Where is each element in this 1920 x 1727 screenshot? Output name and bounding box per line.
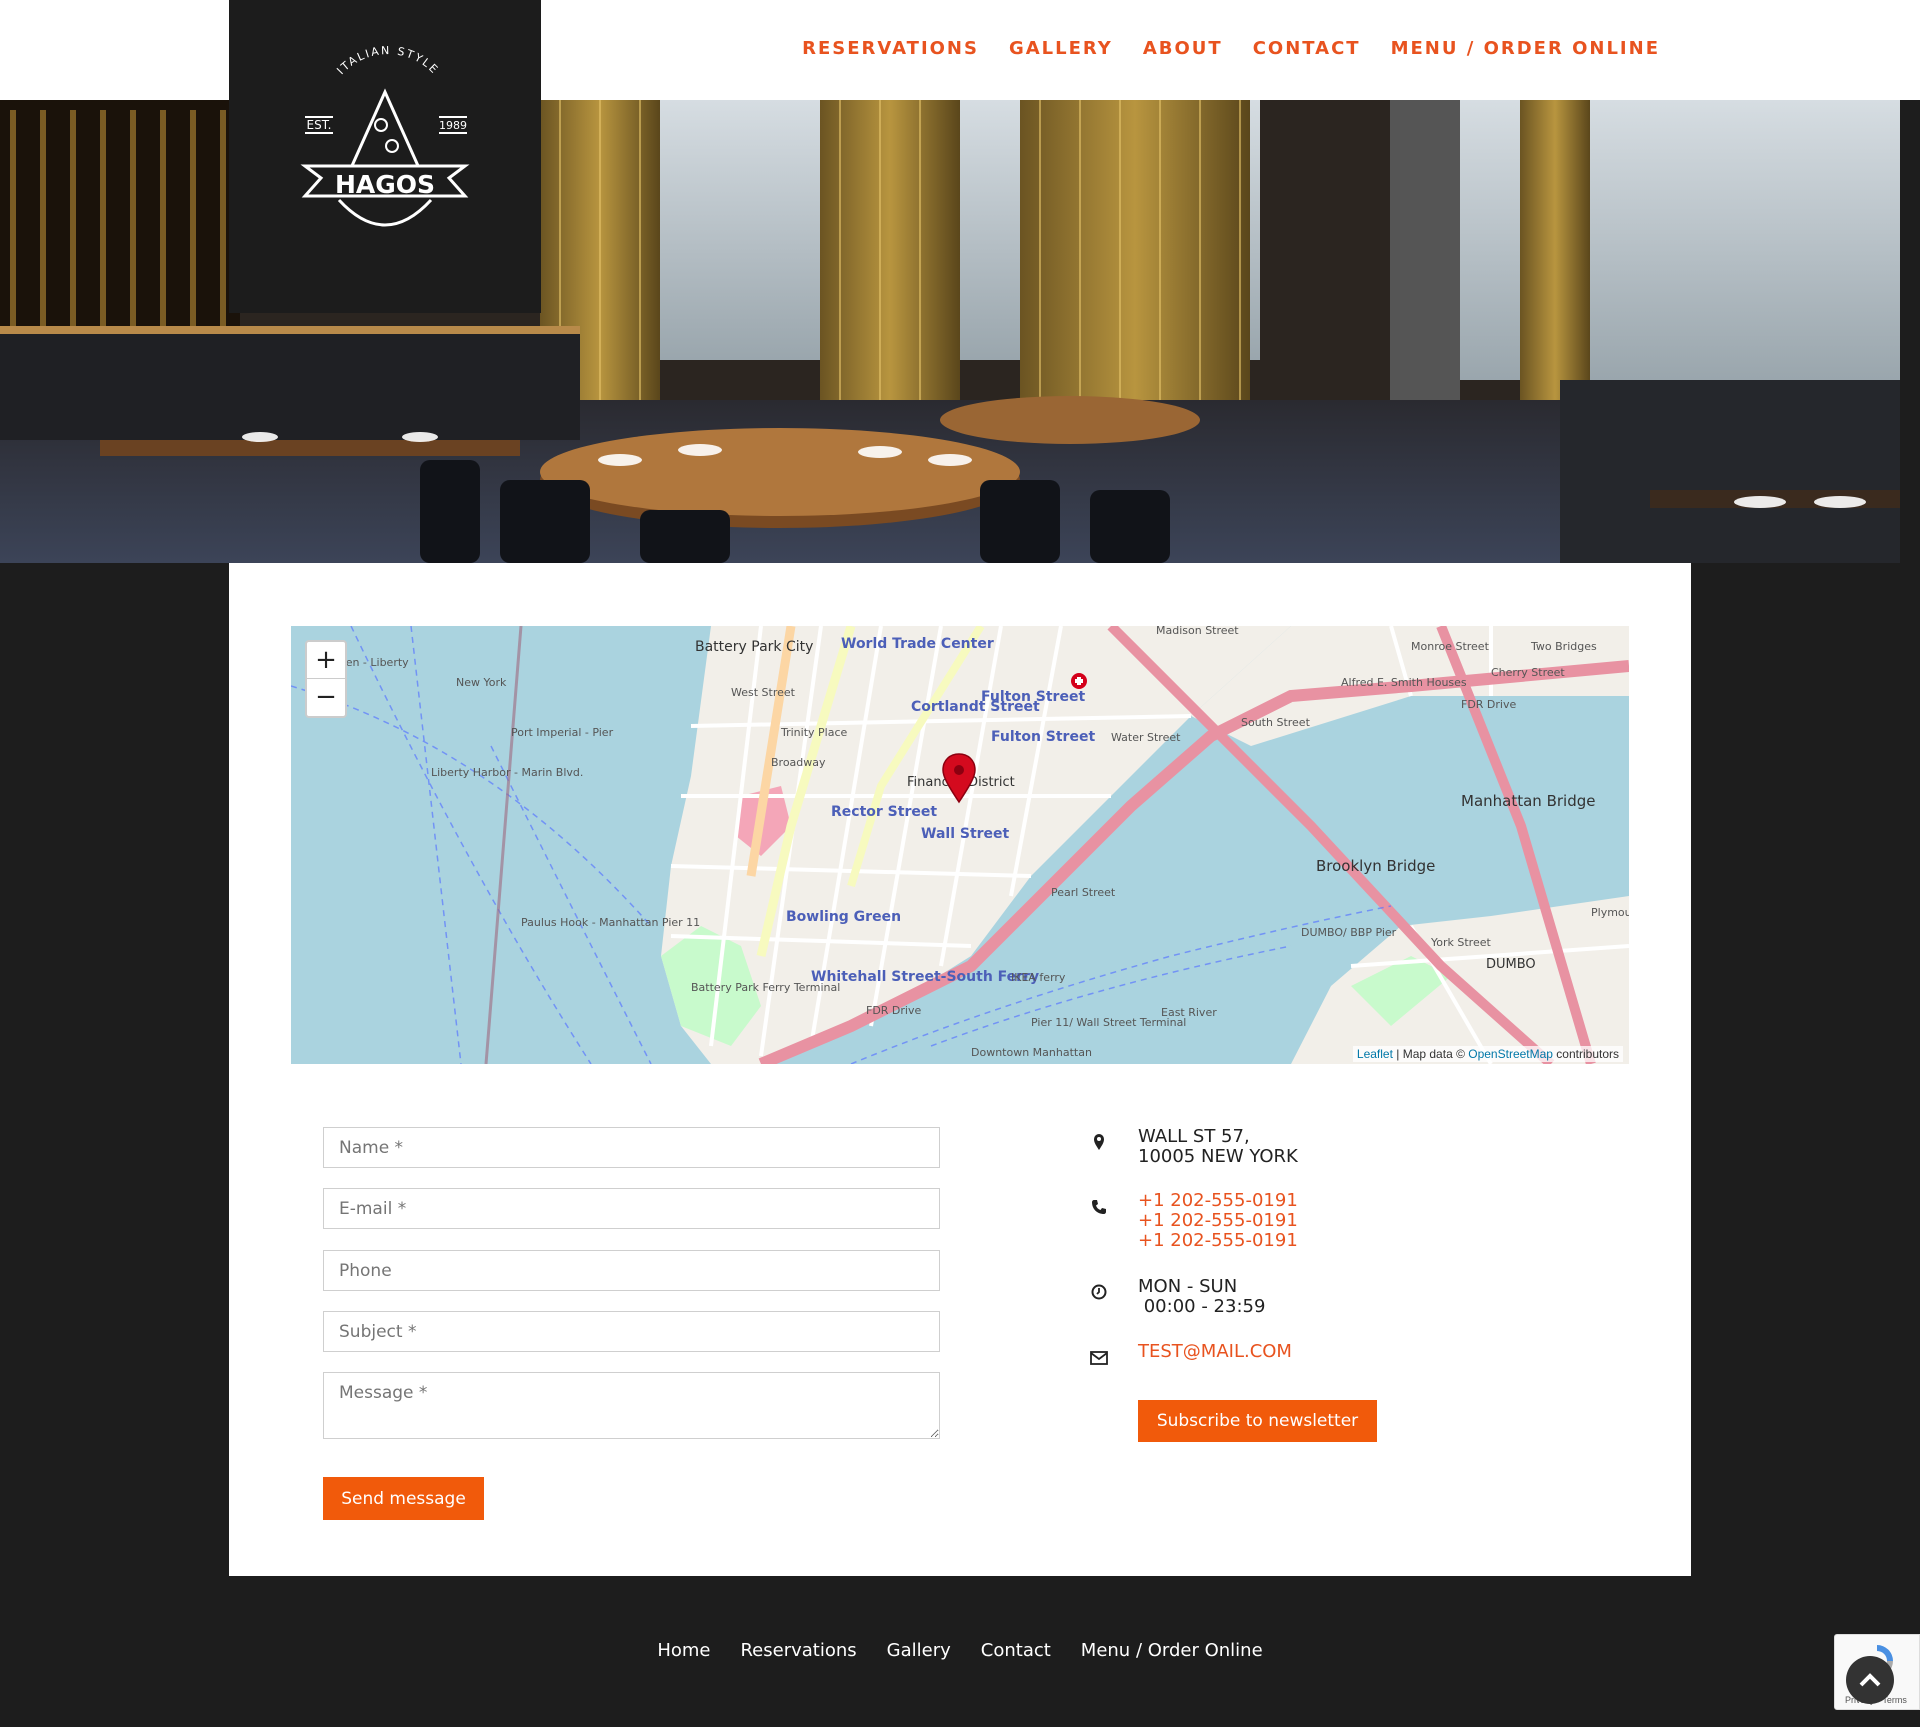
map-zoom-controls: + −: [305, 640, 347, 718]
map-label: Broadway: [771, 756, 826, 769]
phone-link[interactable]: +1 202-555-0191: [1138, 1191, 1298, 1211]
envelope-icon: [1088, 1347, 1110, 1369]
nav-gallery[interactable]: GALLERY: [1009, 38, 1113, 59]
map-label: Two Bridges: [1530, 640, 1597, 653]
phone-link[interactable]: +1 202-555-0191: [1138, 1231, 1298, 1251]
zoom-out-button[interactable]: −: [307, 678, 345, 715]
map-label: Madison Street: [1156, 626, 1239, 637]
attribution-suffix: contributors: [1552, 1047, 1619, 1061]
map-label: South Street: [1241, 716, 1311, 729]
osm-link[interactable]: OpenStreetMap: [1468, 1047, 1553, 1061]
footer-link-gallery[interactable]: Gallery: [887, 1640, 951, 1661]
phone-numbers: +1 202-555-0191 +1 202-555-0191 +1 202-5…: [1138, 1191, 1298, 1251]
map-label: Plymouth: [1591, 906, 1629, 919]
map-label: World Trade Center: [841, 636, 994, 652]
map-label: Battery Park Ferry Terminal: [691, 981, 840, 994]
map-label: Rector Street: [831, 804, 937, 820]
svg-text:ITALIAN STYLE: ITALIAN STYLE: [334, 44, 441, 77]
nav-menu-order-online[interactable]: MENU / ORDER ONLINE: [1391, 38, 1660, 59]
main-nav: RESERVATIONS GALLERY ABOUT CONTACT MENU …: [802, 38, 1660, 59]
map-label: Port Imperial - Pier: [511, 726, 614, 739]
map-label: FDR Drive: [1461, 698, 1516, 711]
subscribe-newsletter-button[interactable]: Subscribe to newsletter: [1138, 1400, 1377, 1442]
map-label: Fulton Street: [981, 689, 1085, 705]
scroll-to-top-button[interactable]: [1846, 1656, 1894, 1704]
map-attribution: Leaflet | Map data © OpenStreetMap contr…: [1352, 1046, 1623, 1062]
send-message-button[interactable]: Send message: [323, 1477, 484, 1520]
phone-icon: [1088, 1196, 1110, 1218]
attribution-text: | Map data ©: [1392, 1047, 1469, 1061]
hero-gutter: [1900, 100, 1920, 563]
map-tiles: World Trade Center Cortlandt Street Fult…: [291, 626, 1629, 1064]
nav-reservations[interactable]: RESERVATIONS: [802, 38, 979, 59]
clock-icon: [1088, 1281, 1110, 1303]
map-label: Bowling Green: [786, 909, 901, 925]
nav-contact[interactable]: CONTACT: [1253, 38, 1361, 59]
phone-field[interactable]: [323, 1250, 940, 1291]
footer-link-home[interactable]: Home: [657, 1640, 710, 1661]
map-label: Cherry Street: [1491, 666, 1565, 679]
map-label: Fulton Street: [991, 729, 1095, 745]
map-label: York Street: [1430, 936, 1491, 949]
map-label: Manhattan Bridge: [1461, 792, 1595, 810]
footer-link-menu-order-online[interactable]: Menu / Order Online: [1081, 1640, 1263, 1661]
subject-field[interactable]: [323, 1311, 940, 1352]
chevron-up-icon: [1859, 1673, 1881, 1687]
email-field[interactable]: [323, 1188, 940, 1229]
map-label: Trinity Place: [780, 726, 848, 739]
map-label: Paulus Hook - Manhattan Pier 11: [521, 916, 700, 929]
location-map[interactable]: World Trade Center Cortlandt Street Fult…: [291, 626, 1629, 1064]
hours-days: MON - SUN: [1138, 1276, 1238, 1297]
location-pin-icon: [1088, 1131, 1110, 1153]
email-link[interactable]: TEST@MAIL.COM: [1138, 1342, 1292, 1362]
map-label: New York: [456, 676, 507, 689]
map-label: DUMBO: [1486, 957, 1536, 972]
map-label: Wall Street: [921, 826, 1010, 842]
hagos-logo-emblem: ITALIAN STYLE EST. 1989 HAGOS: [300, 44, 470, 227]
map-label: Liberty Harbor - Marin Blvd.: [431, 766, 583, 779]
map-label: DUMBO/ BBP Pier: [1301, 926, 1397, 939]
leaflet-link[interactable]: Leaflet: [1357, 1047, 1393, 1061]
site-logo[interactable]: ITALIAN STYLE EST. 1989 HAGOS: [229, 0, 541, 313]
footer-nav: Home Reservations Gallery Contact Menu /…: [0, 1640, 1920, 1661]
phone-link[interactable]: +1 202-555-0191: [1138, 1211, 1298, 1231]
zoom-in-button[interactable]: +: [307, 642, 345, 678]
map-label: IKEA ferry: [1011, 971, 1066, 984]
address-line-1: WALL ST 57,: [1138, 1126, 1250, 1147]
address: WALL ST 57, 10005 NEW YORK: [1138, 1127, 1298, 1167]
map-label: Pier 11/ Wall Street Terminal: [1031, 1016, 1186, 1029]
footer-link-contact[interactable]: Contact: [981, 1640, 1051, 1661]
map-label: Alfred E. Smith Houses: [1341, 676, 1467, 689]
map-label: West Street: [731, 686, 796, 699]
map-label: Monroe Street: [1411, 640, 1490, 653]
logo-year: 1989: [439, 119, 467, 132]
hours-time: 00:00 - 23:59: [1138, 1296, 1266, 1317]
map-label: Water Street: [1111, 731, 1181, 744]
opening-hours: MON - SUN 00:00 - 23:59: [1138, 1277, 1265, 1317]
nav-about[interactable]: ABOUT: [1143, 38, 1223, 59]
map-label: Brooklyn Bridge: [1316, 857, 1435, 875]
map-label: FDR Drive: [866, 1004, 921, 1017]
logo-name: HAGOS: [335, 170, 435, 199]
map-label: Battery Park City: [695, 639, 813, 655]
map-label: Pearl Street: [1051, 886, 1116, 899]
map-label: Whitehall Street-South Ferry: [811, 969, 1039, 985]
map-label: Downtown Manhattan: [971, 1046, 1092, 1059]
logo-arc-text: ITALIAN STYLE: [334, 44, 439, 77]
name-field[interactable]: [323, 1127, 940, 1168]
message-field[interactable]: [323, 1372, 940, 1439]
footer-link-reservations[interactable]: Reservations: [740, 1640, 856, 1661]
logo-est: EST.: [307, 118, 332, 132]
address-line-2: 10005 NEW YORK: [1138, 1146, 1298, 1167]
